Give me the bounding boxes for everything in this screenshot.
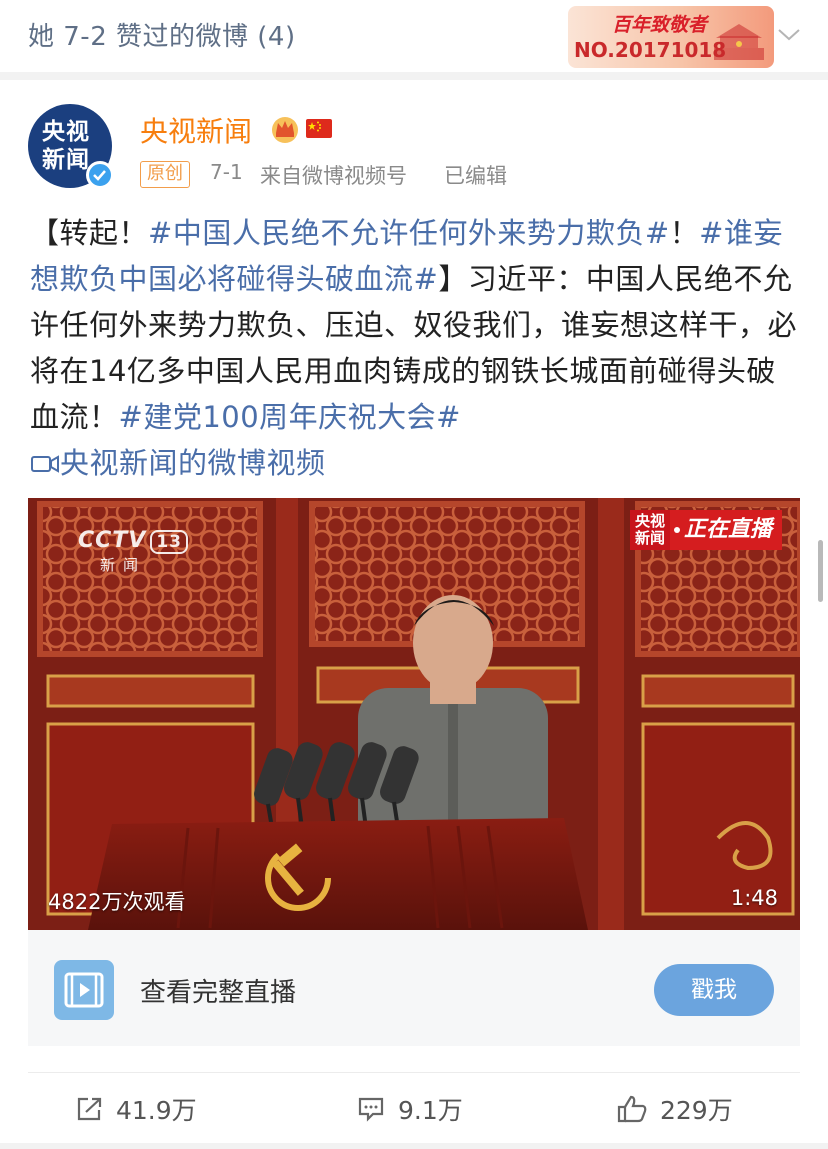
topic-link[interactable]: #建党100周年庆祝大会# bbox=[119, 400, 461, 434]
crown-icon bbox=[272, 117, 298, 143]
thumbs-up-icon bbox=[617, 1095, 647, 1123]
post-text: 【转起！#中国人民绝不允许任何外来势力欺负#！#谁妄想欺负中国必将碰得头破血流#… bbox=[30, 210, 802, 486]
page-header: 她 7-2 赞过的微博 (4) 百年致敬者 NO.20171018 bbox=[0, 0, 828, 72]
live-dot bbox=[674, 527, 680, 533]
tiananmen-icon bbox=[714, 24, 764, 60]
post-source[interactable]: 来自微博视频号 bbox=[260, 160, 407, 190]
cctv-logo: CCTV 13 bbox=[78, 528, 188, 554]
live-label: 正在直播 bbox=[670, 510, 783, 550]
text-segment: 【转起！ bbox=[30, 216, 149, 250]
feed-separator bbox=[0, 1143, 828, 1149]
author-name[interactable]: 央视新闻 bbox=[140, 110, 252, 150]
post-date: 7-1 bbox=[210, 160, 243, 184]
live-channel: 央视新闻 bbox=[630, 510, 670, 550]
video-link[interactable]: 央视新闻的微博视频 bbox=[30, 446, 326, 480]
live-badge: 央视新闻 正在直播 bbox=[630, 510, 783, 550]
action-divider bbox=[28, 1072, 800, 1073]
video-duration: 1:48 bbox=[730, 886, 778, 910]
header-divider bbox=[0, 72, 828, 80]
video-player[interactable]: CCTV 13 新闻 央视新闻 正在直播 4822万次观看 1:48 bbox=[28, 498, 800, 930]
verified-icon bbox=[86, 161, 114, 189]
cctv-logo-sub: 新闻 bbox=[100, 556, 147, 574]
comment-button[interactable]: 9.1万 bbox=[356, 1089, 463, 1129]
anniversary-badge[interactable]: 百年致敬者 NO.20171018 bbox=[568, 6, 774, 68]
china-flag-icon bbox=[306, 119, 332, 138]
comment-count: 9.1万 bbox=[398, 1096, 463, 1125]
text-segment: ！ bbox=[669, 216, 700, 250]
comment-icon bbox=[358, 1097, 384, 1122]
repost-button[interactable]: 41.9万 bbox=[74, 1089, 197, 1129]
scrollbar[interactable] bbox=[818, 540, 823, 602]
live-card-title: 查看完整直播 bbox=[140, 978, 297, 1008]
like-button[interactable]: 229万 bbox=[616, 1089, 733, 1129]
like-count: 229万 bbox=[660, 1096, 733, 1125]
repost-icon bbox=[77, 1097, 102, 1121]
chevron-down-icon[interactable] bbox=[776, 24, 802, 44]
edited-label[interactable]: 已编辑 bbox=[444, 160, 507, 190]
full-live-card[interactable]: 查看完整直播 戳我 bbox=[28, 930, 800, 1046]
page-title: 她 7-2 赞过的微博 (4) bbox=[28, 22, 296, 52]
original-tag: 原创 bbox=[140, 161, 190, 188]
badge-top-text: 百年致敬者 bbox=[612, 14, 708, 36]
video-play-icon bbox=[54, 960, 114, 1020]
view-count: 4822万次观看 bbox=[48, 890, 186, 914]
badge-number: NO.20171018 bbox=[574, 38, 727, 62]
repost-count: 41.9万 bbox=[116, 1096, 197, 1125]
poke-button[interactable]: 戳我 bbox=[654, 964, 774, 1016]
topic-link[interactable]: #中国人民绝不允许任何外来势力欺负# bbox=[148, 216, 670, 250]
video-camera-icon bbox=[31, 455, 59, 473]
